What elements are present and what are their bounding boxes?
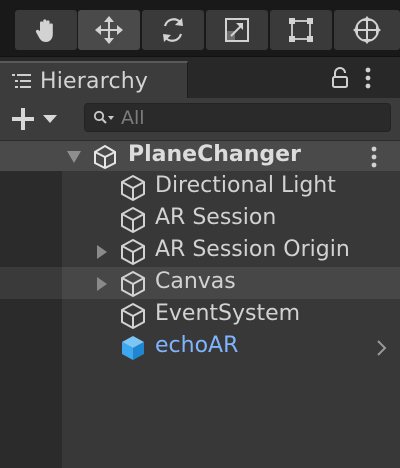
scene-toolbar xyxy=(0,0,400,56)
rotate-tool-icon xyxy=(163,18,183,42)
scale-tool-button[interactable] xyxy=(206,10,268,50)
item-label: AR Session Origin xyxy=(155,237,350,262)
lock-icon[interactable] xyxy=(331,67,349,93)
hand-tool-button[interactable] xyxy=(15,10,77,50)
list-item[interactable]: EventSystem xyxy=(0,299,400,331)
tab-hierarchy[interactable]: Hierarchy xyxy=(0,61,188,99)
scale-tool-icon xyxy=(225,18,249,42)
open-prefab-chevron-icon[interactable] xyxy=(376,339,388,357)
transform-tool-icon xyxy=(353,16,381,44)
gameobject-icon xyxy=(119,206,147,234)
add-object-button[interactable] xyxy=(10,106,64,132)
plus-icon xyxy=(12,108,34,130)
hand-tool-icon xyxy=(35,19,53,42)
gameobject-icon xyxy=(119,238,147,266)
move-tool-icon xyxy=(95,16,123,44)
item-label: Directional Light xyxy=(155,173,336,198)
list-item[interactable]: echoAR xyxy=(0,331,400,363)
hierarchy-tree: PlaneChanger Directional Light AR Sessio… xyxy=(0,140,400,468)
gameobject-icon xyxy=(119,270,147,298)
expand-arrow-icon[interactable] xyxy=(96,276,108,292)
tab-hierarchy-label: Hierarchy xyxy=(40,68,149,94)
unity-scene-icon xyxy=(92,144,118,170)
expand-arrow-icon[interactable] xyxy=(96,244,108,260)
collapse-arrow-icon[interactable] xyxy=(66,150,82,164)
transform-tool-button[interactable] xyxy=(334,10,400,50)
move-tool-button[interactable] xyxy=(78,10,140,50)
list-item[interactable]: AR Session Origin xyxy=(0,235,400,267)
more-options-icon[interactable] xyxy=(364,67,372,93)
item-label: AR Session xyxy=(155,205,277,230)
search-icon xyxy=(93,110,115,126)
hierarchy-search-row xyxy=(0,98,400,140)
rect-tool-button[interactable] xyxy=(270,10,332,50)
prefab-icon xyxy=(119,334,147,362)
search-input[interactable] xyxy=(121,106,371,129)
rotate-tool-button[interactable] xyxy=(142,10,204,50)
rect-tool-icon xyxy=(289,18,313,42)
search-field[interactable] xyxy=(84,103,391,132)
list-item[interactable]: Canvas xyxy=(0,267,400,299)
item-label: Canvas xyxy=(155,269,236,294)
list-item[interactable]: AR Session xyxy=(0,203,400,235)
scene-row[interactable]: PlaneChanger xyxy=(0,140,400,171)
row-gutter-highlight xyxy=(0,267,62,299)
scene-options-icon[interactable] xyxy=(370,146,378,168)
item-label: echoAR xyxy=(155,333,239,358)
gameobject-icon xyxy=(119,174,147,202)
list-icon xyxy=(12,73,32,89)
scene-name: PlaneChanger xyxy=(128,142,301,167)
hierarchy-tab-bar: Hierarchy xyxy=(0,56,400,99)
list-item[interactable]: Directional Light xyxy=(0,171,400,203)
gameobject-icon xyxy=(119,302,147,330)
dropdown-arrow-icon xyxy=(43,115,57,123)
item-label: EventSystem xyxy=(155,301,301,326)
